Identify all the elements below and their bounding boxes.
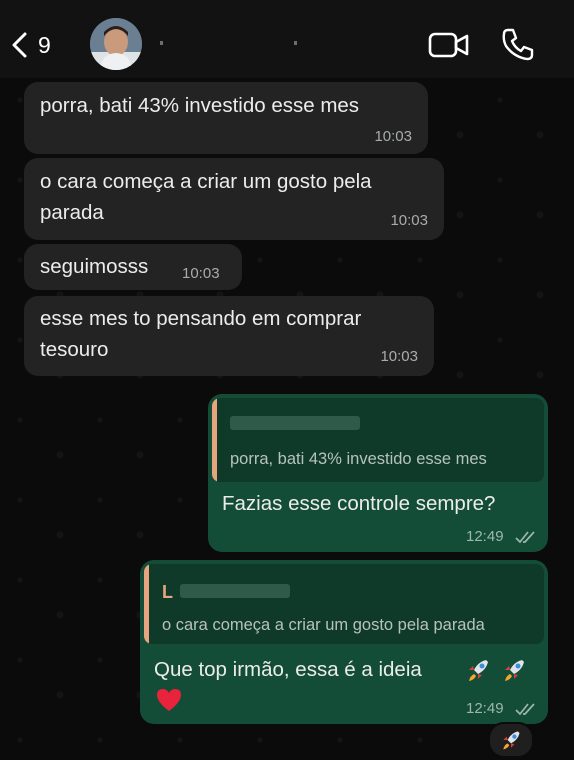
red-heart-icon xyxy=(157,689,181,711)
redacted-quote-author xyxy=(180,584,290,598)
read-receipt-icon xyxy=(515,703,535,716)
message-bubble-incoming[interactable]: esse mes to pensando em comprar tesouro … xyxy=(24,296,434,376)
rocket-icon xyxy=(505,660,524,681)
message-bubble-outgoing[interactable]: L o cara começa a criar um gosto pela pa… xyxy=(140,560,548,724)
rocket-icon xyxy=(469,660,488,681)
unread-count: 9 xyxy=(38,31,51,58)
quoted-message[interactable]: porra, bati 43% investido esse mes xyxy=(212,398,544,482)
avatar[interactable] xyxy=(90,18,142,70)
message-time: 12:49 xyxy=(466,528,504,545)
quoted-message[interactable]: L o cara começa a criar um gosto pela pa… xyxy=(144,564,544,644)
video-call-button[interactable] xyxy=(428,30,470,60)
message-time: 12:49 xyxy=(466,700,504,717)
message-time: 10:03 xyxy=(380,348,418,365)
redacted-quote-author xyxy=(230,416,360,430)
back-button[interactable]: 9 xyxy=(10,28,70,62)
quote-accent-bar xyxy=(212,398,217,482)
message-reaction[interactable] xyxy=(488,722,534,758)
message-text: Que top irmão, essa é a ideia xyxy=(154,658,422,681)
message-bubble-outgoing[interactable]: porra, bati 43% investido esse mes Fazia… xyxy=(208,394,548,552)
read-receipt-icon xyxy=(515,531,535,544)
redacted-name xyxy=(160,40,300,46)
message-time: 10:03 xyxy=(390,212,428,229)
chevron-left-icon xyxy=(12,32,27,58)
phone-icon xyxy=(502,28,534,61)
message-text: esse mes to pensando em comprar tesouro xyxy=(40,307,362,361)
video-call-icon xyxy=(428,32,469,58)
quote-text: o cara começa a criar um gosto pela para… xyxy=(162,616,485,634)
quote-text: porra, bati 43% investido esse mes xyxy=(230,450,487,468)
message-text: porra, bati 43% investido esse mes xyxy=(40,94,360,117)
message-text: Fazias esse controle sempre? xyxy=(222,492,496,515)
message-bubble-incoming[interactable]: seguimosss 10:03 xyxy=(24,244,242,290)
chat-header: 9 xyxy=(0,0,574,78)
message-time: 10:03 xyxy=(182,265,220,282)
message-time: 10:03 xyxy=(374,128,412,145)
voice-call-button[interactable] xyxy=(500,26,536,62)
quote-accent-bar xyxy=(144,564,149,644)
message-bubble-incoming[interactable]: porra, bati 43% investido esse mes 10:03 xyxy=(24,82,428,154)
message-text: o cara começa a criar um gosto pela para… xyxy=(40,170,372,224)
quote-author: L xyxy=(162,582,173,602)
message-text: seguimosss xyxy=(40,255,149,278)
message-bubble-incoming[interactable]: o cara começa a criar um gosto pela para… xyxy=(24,158,444,240)
contact-photo xyxy=(90,18,142,70)
rocket-icon xyxy=(503,731,520,750)
